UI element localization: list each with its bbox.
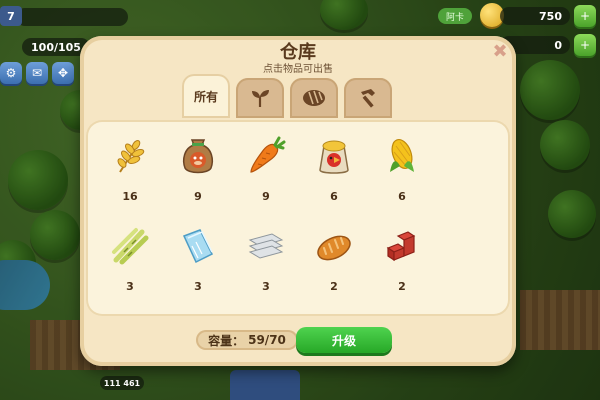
item-count: 9 [262, 190, 270, 203]
item-glass[interactable]: 3 [164, 220, 232, 310]
player-name-bar [16, 8, 128, 26]
tab-all-label: 所有 [193, 89, 218, 104]
premium-value: 0 [554, 38, 562, 52]
bread-loaf-icon [317, 235, 351, 261]
tab-crops[interactable] [236, 78, 284, 118]
item-count: 2 [330, 280, 338, 293]
move-button[interactable]: ✥ [52, 62, 74, 84]
ribbon-badge: 阿卡 [438, 8, 472, 24]
carrot-icon [250, 136, 286, 173]
coins-value: 750 [539, 9, 562, 23]
coins-bar: 750 [500, 7, 570, 25]
add-premium-button[interactable]: + [574, 34, 596, 56]
xp-value: 100/105 [31, 40, 81, 54]
corn-icon [390, 138, 414, 172]
item-count: 2 [398, 280, 406, 293]
item-carrot[interactable]: 9 [232, 130, 300, 220]
chicken-feed-icon [319, 140, 349, 174]
item-count: 6 [398, 190, 406, 203]
item-wheat[interactable]: 16 [96, 130, 164, 220]
item-count: 6 [330, 190, 338, 203]
category-tabs: 所有 [182, 74, 392, 118]
level-badge: 7 [0, 6, 22, 26]
item-nails[interactable]: 3 [232, 220, 300, 310]
sugarcane-icon [112, 228, 149, 265]
warehouse-dialog: 仓库 点击物品可出售 ✖ 所有 16 9 9 6 6 3 3 3 2 2 容量：… [80, 36, 516, 366]
item-sugarcane[interactable]: 3 [96, 220, 164, 310]
wheat-icon [117, 140, 145, 173]
upgrade-label: 升级 [331, 333, 356, 348]
capacity-value: 59/70 [248, 333, 286, 347]
item-count: 3 [126, 280, 134, 293]
close-icon[interactable]: ✖ [492, 43, 508, 61]
item-count: 9 [194, 190, 202, 203]
feed-sack-icon [182, 139, 214, 174]
bread-icon [303, 90, 325, 106]
bricks-icon [386, 231, 416, 262]
tab-all[interactable]: 所有 [182, 74, 230, 118]
bottom-hint-text: 111 461 [103, 378, 141, 388]
hammer-icon [361, 89, 375, 108]
item-bricks[interactable]: 2 [368, 220, 436, 310]
items-panel: 16 9 9 6 6 3 3 3 2 2 [86, 120, 510, 316]
mail-button[interactable]: ✉ [26, 62, 48, 84]
item-count: 3 [262, 280, 270, 293]
capacity-indicator: 容量： 59/70 [196, 330, 298, 350]
item-bread[interactable]: 2 [300, 220, 368, 310]
bottom-hint-bar: 111 461 [100, 376, 144, 390]
settings-button[interactable]: ⚙ [0, 62, 22, 84]
item-corn[interactable]: 6 [368, 130, 436, 220]
capacity-label: 容量： [208, 333, 245, 348]
upgrade-button[interactable]: 升级 [296, 327, 392, 353]
sprout-icon [252, 90, 269, 107]
glass-icon [182, 229, 214, 264]
tab-materials[interactable] [344, 78, 392, 118]
item-feed-sack[interactable]: 9 [164, 130, 232, 220]
item-count: 3 [194, 280, 202, 293]
item-count: 16 [122, 190, 138, 203]
nails-icon [248, 233, 284, 259]
dialog-subtitle: 点击物品可出售 [263, 64, 333, 75]
items-grid: 16 9 9 6 6 3 3 3 2 2 [96, 130, 500, 310]
item-chicken-feed[interactable]: 6 [300, 130, 368, 220]
add-coins-button[interactable]: + [574, 5, 596, 27]
tab-products[interactable] [290, 78, 338, 118]
